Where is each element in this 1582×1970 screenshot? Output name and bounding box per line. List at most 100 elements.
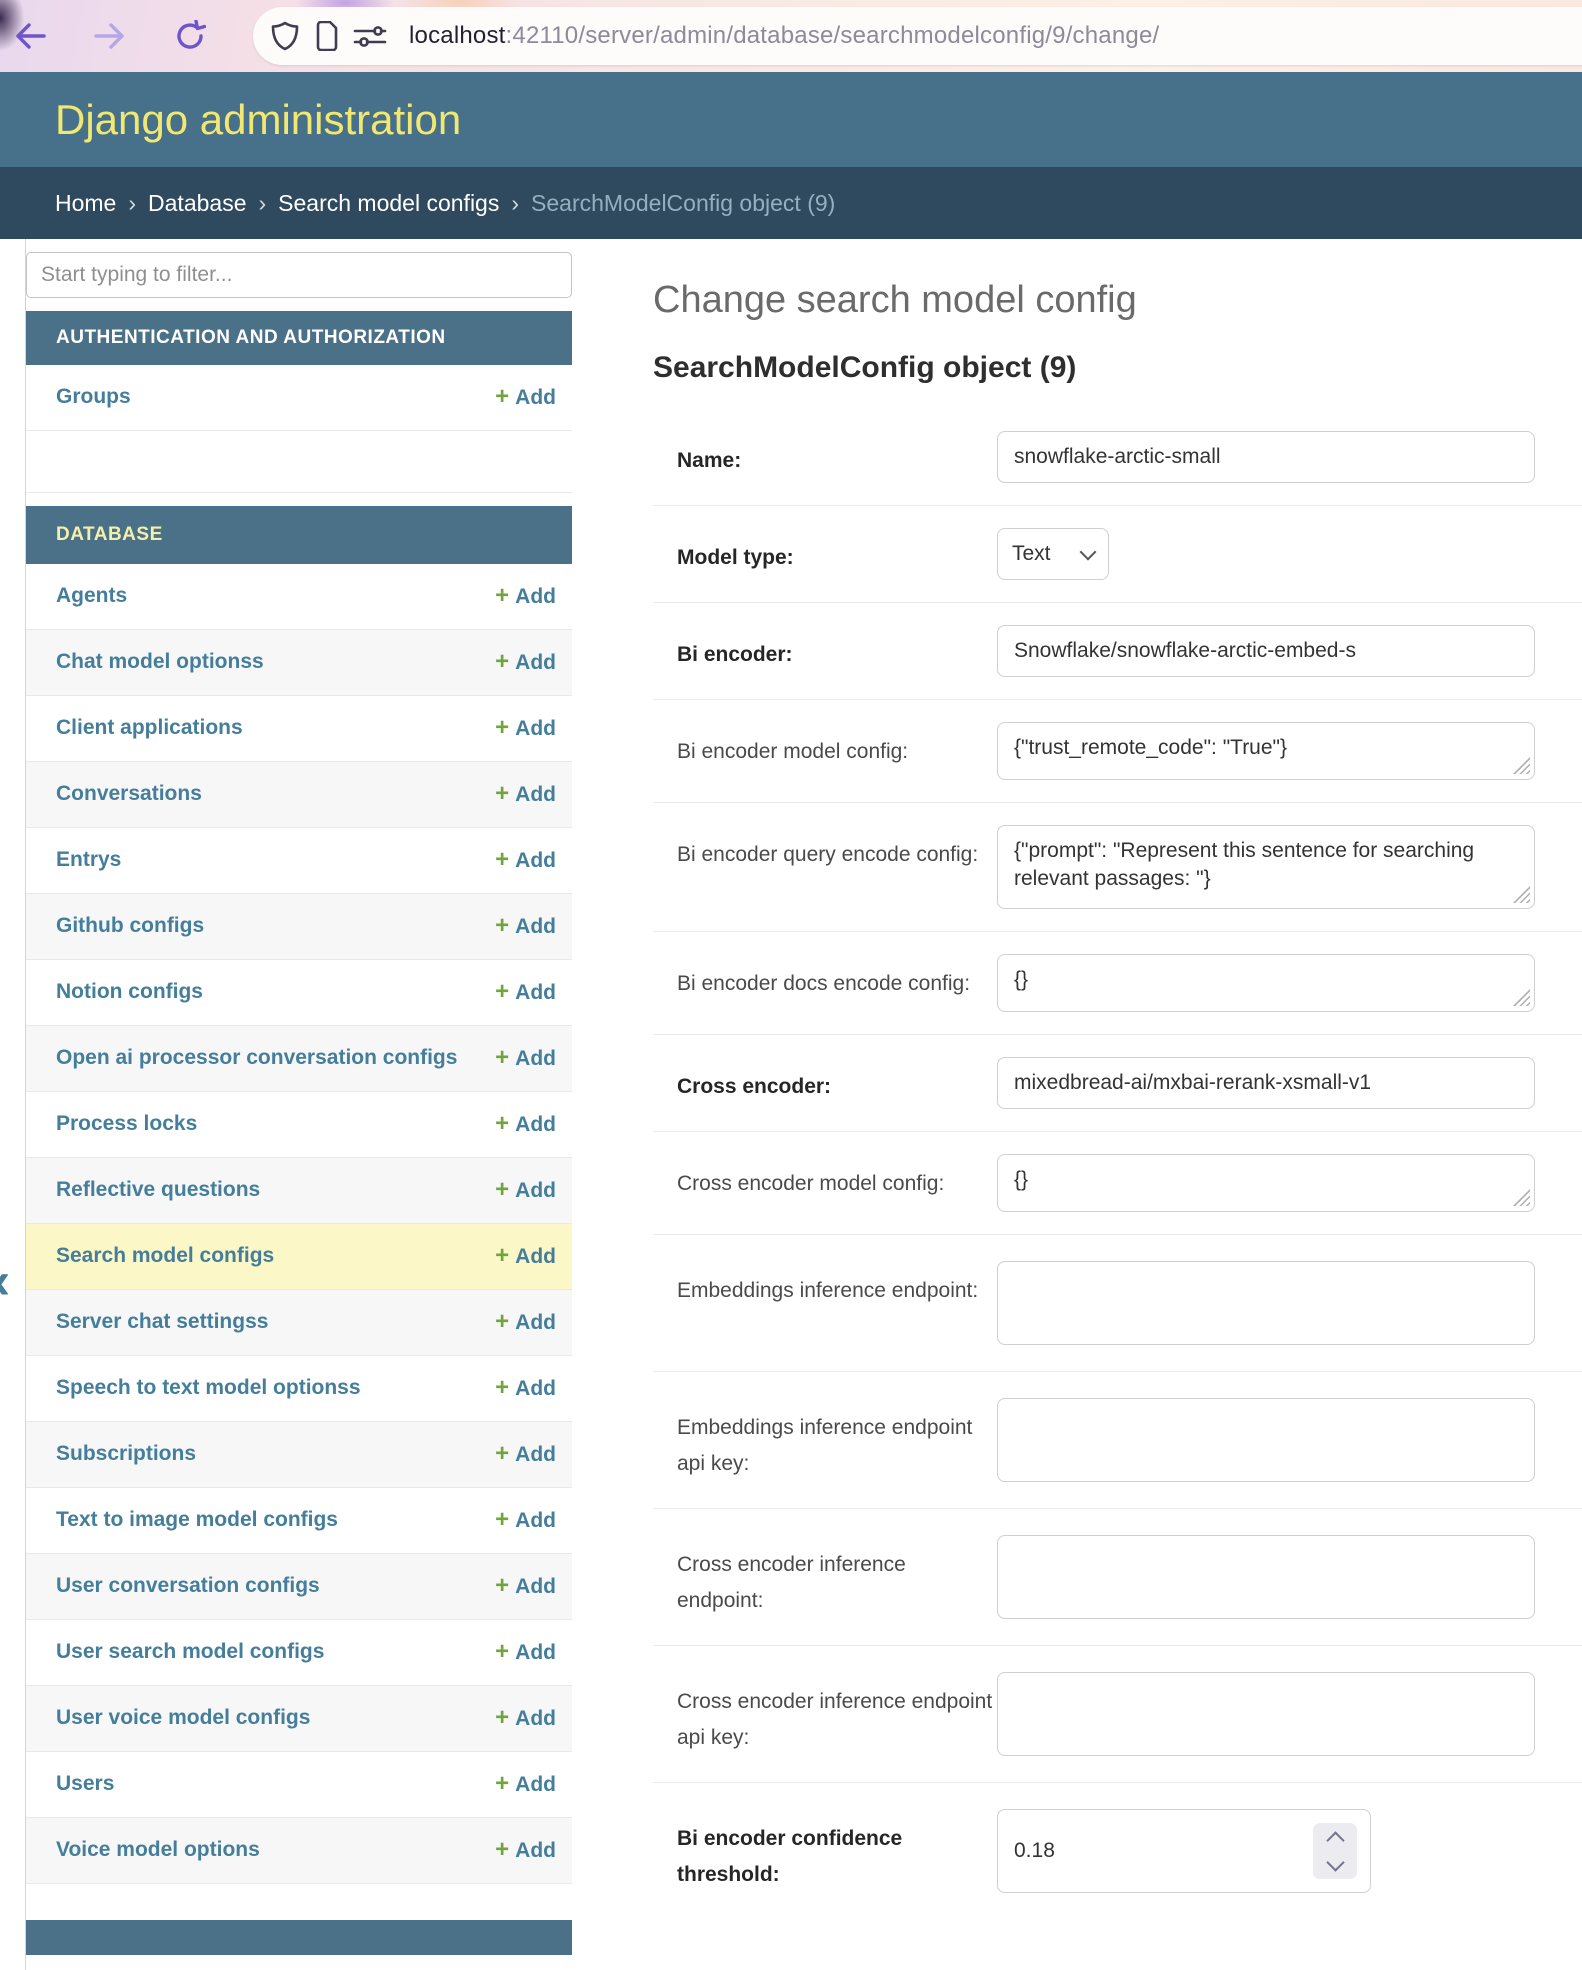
add-open-ai-processor-conversation-configs-button[interactable]: +Add	[495, 1043, 556, 1074]
admin-header: Django administration	[0, 72, 1582, 167]
add-text-to-image-model-configs-button[interactable]: +Add	[495, 1505, 556, 1536]
breadcrumb-search-model-configs[interactable]: Search model configs	[278, 190, 499, 217]
add-groups-button[interactable]: +Add	[495, 382, 556, 413]
sidebar-item-agents: Agents+Add	[26, 564, 572, 630]
breadcrumb-separator: ›	[128, 190, 136, 217]
field-row-cross-encoder-model-config: Cross encoder model config:	[653, 1131, 1582, 1234]
sidebar-link-agents[interactable]: Agents	[56, 581, 495, 611]
bi-encoder-docs-encode-config-textarea[interactable]	[997, 954, 1535, 1012]
breadcrumb-separator: ›	[259, 190, 267, 217]
sidebar-link-client-applications[interactable]: Client applications	[56, 713, 495, 743]
browser-forward-button[interactable]	[90, 16, 130, 56]
embeddings-inference-endpoint-input[interactable]	[997, 1261, 1535, 1345]
sidebar-link-notion-configs[interactable]: Notion configs	[56, 977, 495, 1007]
field-label-bi-encoder-confidence-threshold: Bi encoder confidence threshold:	[653, 1809, 997, 1893]
sidebar-link-text-to-image-model-configs[interactable]: Text to image model configs	[56, 1505, 495, 1535]
browser-refresh-button[interactable]	[170, 16, 210, 56]
browser-toolbar: localhost:42110/server/admin/database/se…	[0, 0, 1582, 72]
spinner-up-icon[interactable]	[1326, 1831, 1344, 1849]
sidebar-collapse-toggle[interactable]: ‹	[0, 1261, 10, 1301]
sidebar-item-reflective-questions: Reflective questions+Add	[26, 1158, 572, 1224]
sidebar-filter-input[interactable]	[26, 252, 572, 298]
embeddings-inference-endpoint-api-key-input[interactable]	[997, 1398, 1535, 1482]
shield-icon[interactable]	[271, 21, 299, 51]
refresh-icon	[174, 20, 206, 52]
sidebar-section-database[interactable]: DATABASE	[26, 506, 572, 564]
field-control-bi-encoder-model-config	[997, 722, 1582, 780]
sidebar-link-user-search-model-configs[interactable]: User search model configs	[56, 1637, 495, 1667]
sidebar-link-user-conversation-configs[interactable]: User conversation configs	[56, 1571, 495, 1601]
add-subscriptions-button[interactable]: +Add	[495, 1439, 556, 1470]
sidebar-link-subscriptions[interactable]: Subscriptions	[56, 1439, 495, 1469]
add-notion-configs-button[interactable]: +Add	[495, 977, 556, 1008]
model-type-select[interactable]: Text	[997, 528, 1109, 580]
forward-arrow-icon	[93, 21, 127, 51]
bi-encoder-model-config-textarea[interactable]	[997, 722, 1535, 780]
content-area: ‹ AUTHENTICATION AND AUTHORIZATION Groups…	[0, 239, 1582, 1970]
field-label-cross-encoder-inference-endpoint: Cross encoder inference endpoint:	[653, 1535, 997, 1619]
sidebar-link-user-voice-model-configs[interactable]: User voice model configs	[56, 1703, 495, 1733]
add-speech-to-text-model-optionss-button[interactable]: +Add	[495, 1373, 556, 1404]
cross-encoder-input[interactable]	[997, 1057, 1535, 1109]
add-reflective-questions-button[interactable]: +Add	[495, 1175, 556, 1206]
add-entrys-button[interactable]: +Add	[495, 845, 556, 876]
add-process-locks-button[interactable]: +Add	[495, 1109, 556, 1140]
cross-encoder-inference-endpoint-api-key-input[interactable]	[997, 1672, 1535, 1756]
add-user-conversation-configs-button[interactable]: +Add	[495, 1571, 556, 1602]
sidebar-link-process-locks[interactable]: Process locks	[56, 1109, 495, 1139]
plus-icon: +	[495, 1308, 509, 1335]
sidebar-next-section-bar	[26, 1920, 572, 1955]
plus-icon: +	[495, 1044, 509, 1071]
add-chat-model-optionss-button[interactable]: +Add	[495, 647, 556, 678]
field-row-name: Name:	[653, 409, 1582, 505]
sidebar-link-github-configs[interactable]: Github configs	[56, 911, 495, 941]
field-row-cross-encoder-inference-endpoint: Cross encoder inference endpoint:	[653, 1508, 1582, 1645]
cross-encoder-model-config-textarea[interactable]	[997, 1154, 1535, 1212]
sidebar-link-server-chat-settingss[interactable]: Server chat settingss	[56, 1307, 495, 1337]
field-row-bi-encoder: Bi encoder:	[653, 602, 1582, 699]
sidebar-link-groups[interactable]: Groups	[56, 382, 495, 412]
sidebar-item-chat-model-optionss: Chat model optionss+Add	[26, 630, 572, 696]
bi-encoder-query-encode-config-textarea[interactable]	[997, 825, 1535, 909]
cross-encoder-inference-endpoint-input[interactable]	[997, 1535, 1535, 1619]
sidebar-link-search-model-configs[interactable]: Search model configs	[56, 1241, 495, 1271]
bi-encoder-input[interactable]	[997, 625, 1535, 677]
url-text: localhost:42110/server/admin/database/se…	[409, 22, 1159, 50]
add-agents-button[interactable]: +Add	[495, 581, 556, 612]
address-bar[interactable]: localhost:42110/server/admin/database/se…	[253, 7, 1582, 65]
add-user-voice-model-configs-button[interactable]: +Add	[495, 1703, 556, 1734]
site-title[interactable]: Django administration	[55, 96, 461, 144]
add-voice-model-options-button[interactable]: +Add	[495, 1835, 556, 1866]
add-users-button[interactable]: +Add	[495, 1769, 556, 1800]
add-search-model-configs-button[interactable]: +Add	[495, 1241, 556, 1272]
browser-back-button[interactable]	[10, 16, 50, 56]
add-user-search-model-configs-button[interactable]: +Add	[495, 1637, 556, 1668]
breadcrumb-searchmodelconfig-object-9: SearchModelConfig object (9)	[531, 190, 835, 217]
sidebar-link-users[interactable]: Users	[56, 1769, 495, 1799]
chevron-down-icon	[1080, 544, 1097, 561]
sidebar-link-chat-model-optionss[interactable]: Chat model optionss	[56, 647, 495, 677]
breadcrumb-database[interactable]: Database	[148, 190, 246, 217]
bi-encoder-confidence-threshold-stepper[interactable]	[1313, 1823, 1357, 1879]
sidebar-link-voice-model-options[interactable]: Voice model options	[56, 1835, 495, 1865]
name-input[interactable]	[997, 431, 1535, 483]
sidebar-link-speech-to-text-model-optionss[interactable]: Speech to text model optionss	[56, 1373, 495, 1403]
add-conversations-button[interactable]: +Add	[495, 779, 556, 810]
site-permissions-icon[interactable]	[353, 23, 387, 49]
sidebar-section-authentication-and-authorization[interactable]: AUTHENTICATION AND AUTHORIZATION	[26, 311, 572, 365]
plus-icon: +	[495, 978, 509, 1005]
breadcrumb-home[interactable]: Home	[55, 190, 116, 217]
cross-encoder-model-config-textarea-wrap	[997, 1154, 1535, 1212]
add-github-configs-button[interactable]: +Add	[495, 911, 556, 942]
page-title: Change search model config	[653, 279, 1582, 321]
add-server-chat-settingss-button[interactable]: +Add	[495, 1307, 556, 1338]
sidebar-link-conversations[interactable]: Conversations	[56, 779, 495, 809]
spinner-down-icon[interactable]	[1326, 1853, 1344, 1871]
field-row-bi-encoder-model-config: Bi encoder model config:	[653, 699, 1582, 802]
field-row-embeddings-inference-endpoint-api-key: Embeddings inference endpoint api key:	[653, 1371, 1582, 1508]
bi-encoder-query-encode-config-textarea-wrap	[997, 825, 1535, 909]
add-client-applications-button[interactable]: +Add	[495, 713, 556, 744]
sidebar-link-entrys[interactable]: Entrys	[56, 845, 495, 875]
sidebar-link-open-ai-processor-conversation-configs[interactable]: Open ai processor conversation configs	[56, 1043, 495, 1073]
sidebar-link-reflective-questions[interactable]: Reflective questions	[56, 1175, 495, 1205]
